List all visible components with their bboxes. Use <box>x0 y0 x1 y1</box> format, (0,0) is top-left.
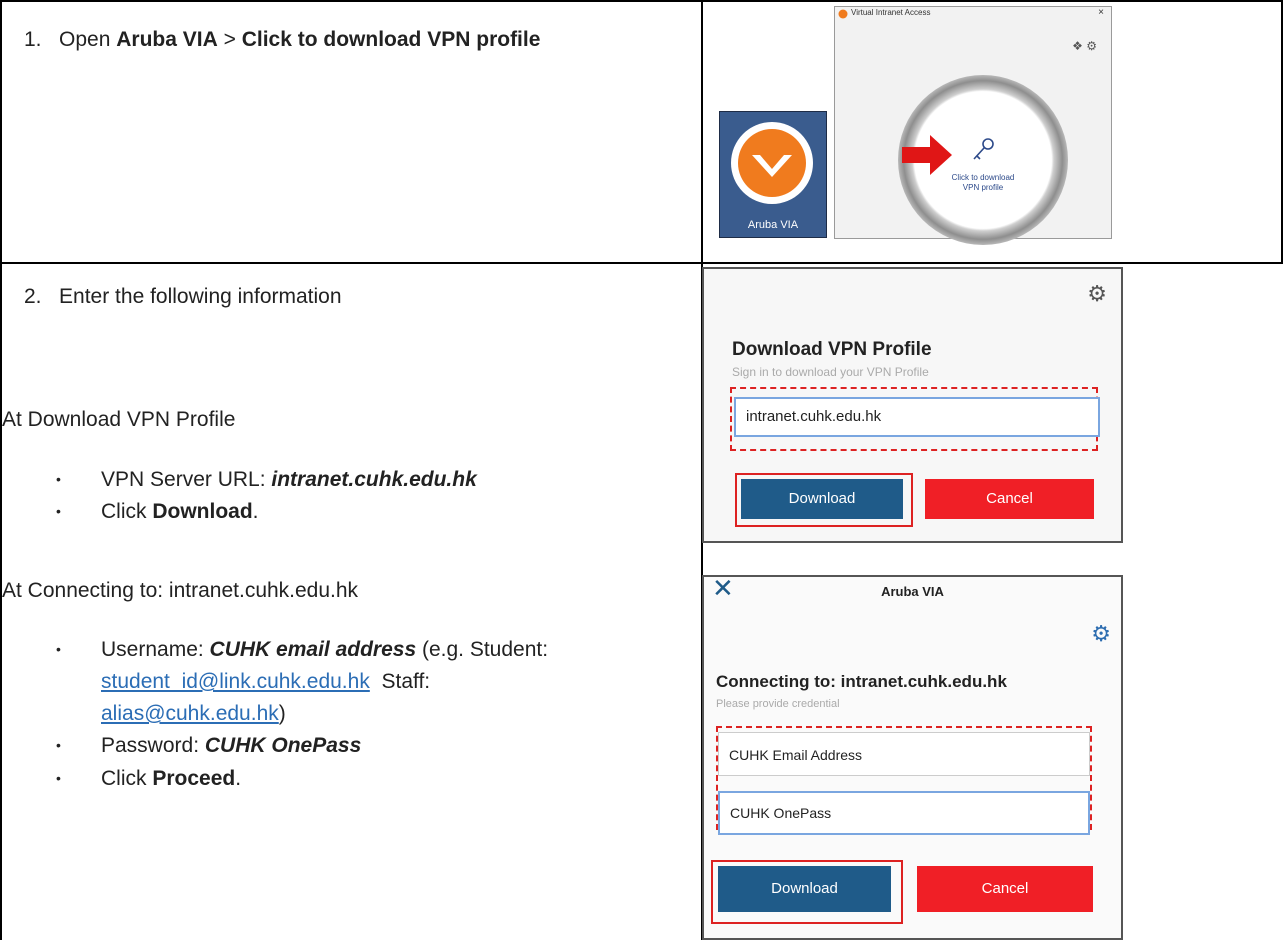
bullet-marker: • <box>56 503 61 519</box>
table-left-border <box>0 0 2 940</box>
bullet-prefix: Password: <box>101 734 205 757</box>
bullet-bold: Download <box>152 500 253 523</box>
table-column-divider-top <box>701 0 703 262</box>
bullet-vpn-server-url: VPN Server URL: intranet.cuhk.edu.hk <box>101 466 477 493</box>
aruba-via-logo-icon <box>731 122 813 204</box>
step2-instruction: 2. Enter the following information <box>24 283 342 310</box>
app-icon-label: Aruba VIA <box>747 219 799 231</box>
bullet-prefix: Click <box>101 500 153 523</box>
bullet-click-download: Click Download. <box>101 498 259 525</box>
bullet-username: Username: CUHK email address (e.g. Stude… <box>101 636 548 663</box>
v-mark-icon <box>752 155 792 177</box>
bullet-marker: • <box>56 737 61 753</box>
bullet-username-line3: alias@cuhk.edu.hk) <box>101 700 286 727</box>
bullet-marker: • <box>56 770 61 786</box>
window2-subtitle: Sign in to download your VPN Profile <box>732 365 929 379</box>
bullet-value: intranet.cuhk.edu.hk <box>271 468 477 491</box>
step1-app-name: Aruba VIA <box>116 28 218 51</box>
password-input[interactable]: CUHK OnePass <box>718 791 1090 835</box>
window2-title: Download VPN Profile <box>732 339 932 360</box>
vpn-server-url-input[interactable]: intranet.cuhk.edu.hk <box>734 397 1100 437</box>
step2-text: Enter the following information <box>59 285 342 308</box>
bullet-password: Password: CUHK OnePass <box>101 732 361 759</box>
window1-settings-icons[interactable]: ❖ ⚙ <box>1072 39 1097 53</box>
step-number: 1. <box>24 28 42 51</box>
bullet-marker: • <box>56 641 61 657</box>
window-app-icon <box>838 9 848 19</box>
staff-email-link[interactable]: alias@cuhk.edu.hk <box>101 702 279 725</box>
virtual-intranet-access-window: Virtual Intranet Access × ❖ ⚙ Click to d… <box>834 6 1112 245</box>
aruba-via-app-icon[interactable]: Aruba VIA <box>719 111 827 238</box>
section-heading-connecting: At Connecting to: intranet.cuhk.edu.hk <box>2 579 359 602</box>
bullet-click-proceed: Click Proceed. <box>101 765 241 792</box>
step1-open-text: Open <box>59 28 111 51</box>
window3-subtitle: Please provide credential <box>716 698 840 710</box>
step1-action: Click to download VPN profile <box>241 28 541 51</box>
bullet-username-line2: student_id@link.cuhk.edu.hk Staff: <box>101 668 430 695</box>
red-arrow-icon <box>902 135 952 175</box>
download-button[interactable]: Download <box>741 479 903 519</box>
gear-icon[interactable]: ⚙ <box>1091 621 1111 647</box>
key-icon <box>973 138 994 160</box>
username-input[interactable]: CUHK Email Address <box>718 732 1090 776</box>
cancel-button[interactable]: Cancel <box>925 479 1094 519</box>
student-email-link[interactable]: student_id@link.cuhk.edu.hk <box>101 670 370 693</box>
window1-close-icon[interactable]: × <box>1098 7 1104 18</box>
bullet-prefix: Click <box>101 767 153 790</box>
bullet-bold: Proceed <box>152 767 236 790</box>
cancel-button[interactable]: Cancel <box>917 866 1093 912</box>
aruba-via-login-window: ✕ Aruba VIA ⚙ Connecting to: intranet.cu… <box>702 573 1123 940</box>
bullet-note: (e.g. Student: <box>416 638 549 661</box>
step1-separator: > <box>223 28 236 51</box>
bullet-value: CUHK OnePass <box>204 734 362 757</box>
download-button[interactable]: Download <box>718 866 891 912</box>
step-number: 2. <box>24 285 42 308</box>
staff-label: Staff: <box>381 670 431 693</box>
gear-icon[interactable]: ⚙ <box>1087 281 1107 307</box>
bullet-suffix: . <box>252 500 259 523</box>
window1-title: Virtual Intranet Access <box>851 8 931 17</box>
download-vpn-profile-window: ⚙ Download VPN Profile Sign in to downlo… <box>702 267 1123 543</box>
bullet-marker: • <box>56 471 61 487</box>
table-top-border <box>0 0 1283 2</box>
window3-heading: Connecting to: intranet.cuhk.edu.hk <box>716 672 1007 691</box>
bullet-suffix: . <box>235 767 242 790</box>
section-heading-download-vpn: At Download VPN Profile <box>2 408 236 431</box>
ring-label: Click to download VPN profile <box>951 173 1015 192</box>
table-row-divider <box>0 262 1283 264</box>
step1-instruction: 1. Open Aruba VIA > Click to download VP… <box>24 26 540 53</box>
bullet-prefix: Username: <box>101 638 210 661</box>
bullet-prefix: VPN Server URL: <box>101 468 272 491</box>
window3-title: Aruba VIA <box>881 584 944 599</box>
bullet-value: CUHK email address <box>209 638 417 661</box>
close-paren: ) <box>278 702 286 725</box>
